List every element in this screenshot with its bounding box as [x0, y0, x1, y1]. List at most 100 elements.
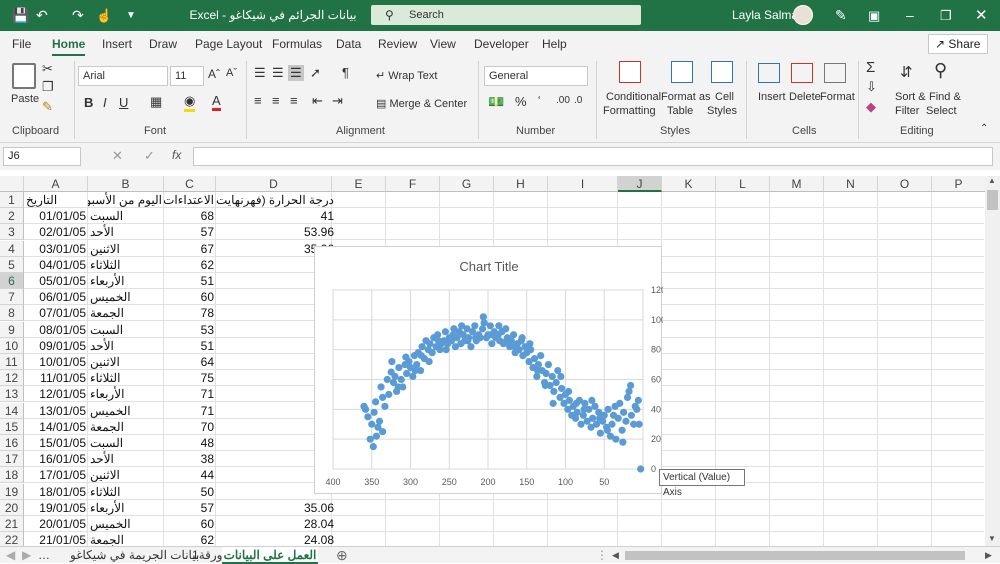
data-point[interactable]: [573, 408, 581, 416]
sort-filter-icon[interactable]: ⇵: [900, 63, 913, 81]
cell-c[interactable]: الاعتداءات: [164, 192, 216, 208]
percent-icon[interactable]: %: [515, 94, 527, 109]
data-point[interactable]: [622, 417, 630, 425]
fill-color-icon[interactable]: ◉: [184, 93, 196, 112]
autosum-icon[interactable]: Σ: [866, 59, 875, 76]
cell-c[interactable]: 48: [164, 435, 216, 451]
formula-input[interactable]: [193, 147, 993, 166]
tab-file[interactable]: File: [12, 37, 31, 51]
data-point[interactable]: [614, 414, 622, 422]
find-select-label-1[interactable]: Find &: [929, 91, 961, 103]
format-as-table-label-1[interactable]: Format as: [661, 91, 711, 103]
cell-a[interactable]: 02/01/05: [24, 224, 88, 240]
save-icon[interactable]: 💾: [12, 0, 29, 31]
data-point[interactable]: [635, 420, 643, 428]
data-point[interactable]: [541, 381, 549, 390]
decrease-font-icon[interactable]: Aˇ: [226, 67, 237, 79]
cell-b[interactable]: السبت: [88, 208, 164, 224]
data-point[interactable]: [379, 393, 387, 401]
h-scroll-right-icon[interactable]: ▶: [985, 547, 992, 564]
data-point[interactable]: [426, 340, 434, 348]
cell-c[interactable]: 51: [164, 338, 216, 354]
data-point[interactable]: [495, 322, 503, 330]
cut-icon[interactable]: ✂: [42, 61, 53, 77]
data-point[interactable]: [418, 343, 426, 351]
row-header[interactable]: 7: [0, 289, 24, 306]
data-point[interactable]: [618, 426, 626, 434]
underline-icon[interactable]: U: [119, 95, 128, 110]
data-point[interactable]: [619, 438, 627, 446]
merge-center-button[interactable]: ▤ Merge & Center: [376, 97, 467, 110]
row-header[interactable]: 17: [0, 451, 24, 468]
cell-d[interactable]: درجة الحرارة (فهرنهايت): [216, 192, 336, 208]
data-point[interactable]: [395, 363, 403, 372]
fill-icon[interactable]: ⇩: [866, 79, 877, 95]
row-header[interactable]: 21: [0, 516, 24, 532]
wrap-text-button[interactable]: ↵ Wrap Text: [376, 69, 437, 82]
cell-styles-icon[interactable]: [711, 61, 733, 83]
data-point[interactable]: [518, 334, 526, 342]
cell-a[interactable]: 03/01/05: [24, 241, 88, 257]
format-painter-icon[interactable]: ✎: [42, 99, 53, 115]
bold-icon[interactable]: B: [84, 95, 93, 110]
next-sheet-icon[interactable]: ▶: [22, 547, 31, 564]
share-button[interactable]: ↗ Share: [928, 34, 988, 54]
data-point[interactable]: [637, 465, 645, 473]
cell-c[interactable]: 44: [164, 467, 216, 483]
data-point[interactable]: [510, 343, 518, 351]
cell-b[interactable]: الأحد: [88, 338, 164, 354]
data-point[interactable]: [548, 372, 556, 381]
data-point[interactable]: [627, 411, 635, 419]
align-middle-icon[interactable]: ☰: [272, 65, 284, 81]
data-point[interactable]: [372, 398, 380, 406]
scroll-down-icon[interactable]: ▼: [988, 534, 996, 543]
rtl-direction-icon[interactable]: ¶: [342, 65, 349, 80]
data-point[interactable]: [464, 337, 472, 345]
tab-review[interactable]: Review: [378, 37, 417, 51]
data-point[interactable]: [557, 372, 565, 381]
increase-indent-icon[interactable]: ⇥: [332, 93, 343, 109]
find-select-label-2[interactable]: Select: [926, 105, 957, 117]
name-box[interactable]: J6: [3, 147, 81, 166]
redo-icon[interactable]: ↷: [72, 0, 84, 31]
row-header[interactable]: 18: [0, 467, 24, 484]
paste-icon[interactable]: [12, 63, 36, 89]
cell-c[interactable]: 64: [164, 354, 216, 370]
delete-cells-label[interactable]: Delete: [789, 91, 821, 103]
cell-a[interactable]: 11/01/05: [24, 370, 88, 386]
scroll-thumb[interactable]: [987, 190, 998, 210]
cell-a[interactable]: 05/01/05: [24, 273, 88, 289]
cell-b[interactable]: الثلاثاء: [88, 370, 164, 386]
row-header[interactable]: 6: [0, 273, 24, 289]
data-point[interactable]: [502, 325, 510, 333]
align-bottom-icon[interactable]: ☰: [288, 65, 304, 81]
data-point[interactable]: [417, 352, 425, 360]
data-point[interactable]: [364, 413, 372, 421]
horizontal-scroll-thumb[interactable]: [625, 551, 965, 560]
data-point[interactable]: [428, 349, 436, 357]
cell-a[interactable]: 04/01/05: [24, 257, 88, 273]
cell-b[interactable]: السبت: [88, 435, 164, 451]
cell-b[interactable]: الأحد: [88, 451, 164, 467]
column-header[interactable]: K: [662, 176, 716, 192]
row-header[interactable]: 1: [0, 192, 24, 208]
data-point[interactable]: [589, 414, 597, 422]
cell-b[interactable]: الجمعة: [88, 305, 164, 321]
data-point[interactable]: [368, 420, 376, 428]
row-header[interactable]: 3: [0, 224, 24, 241]
data-point[interactable]: [558, 384, 566, 393]
sheet-tab-crime-data[interactable]: بيانات الجريمة في شيكاغو: [70, 547, 199, 564]
cell-a[interactable]: 07/01/05: [24, 305, 88, 321]
data-point[interactable]: [612, 435, 620, 443]
data-point[interactable]: [634, 396, 642, 404]
data-point[interactable]: [360, 402, 368, 410]
data-point[interactable]: [369, 443, 377, 451]
data-point[interactable]: [549, 399, 557, 407]
number-format-select[interactable]: General: [484, 66, 588, 86]
cell-d[interactable]: 35.06: [216, 500, 336, 516]
cell-a[interactable]: 15/01/05: [24, 435, 88, 451]
cell-a[interactable]: 09/01/05: [24, 338, 88, 354]
cell-d[interactable]: 28.04: [216, 516, 336, 532]
minimize-icon[interactable]: –: [906, 0, 914, 31]
cell-b[interactable]: الجمعة: [88, 419, 164, 435]
